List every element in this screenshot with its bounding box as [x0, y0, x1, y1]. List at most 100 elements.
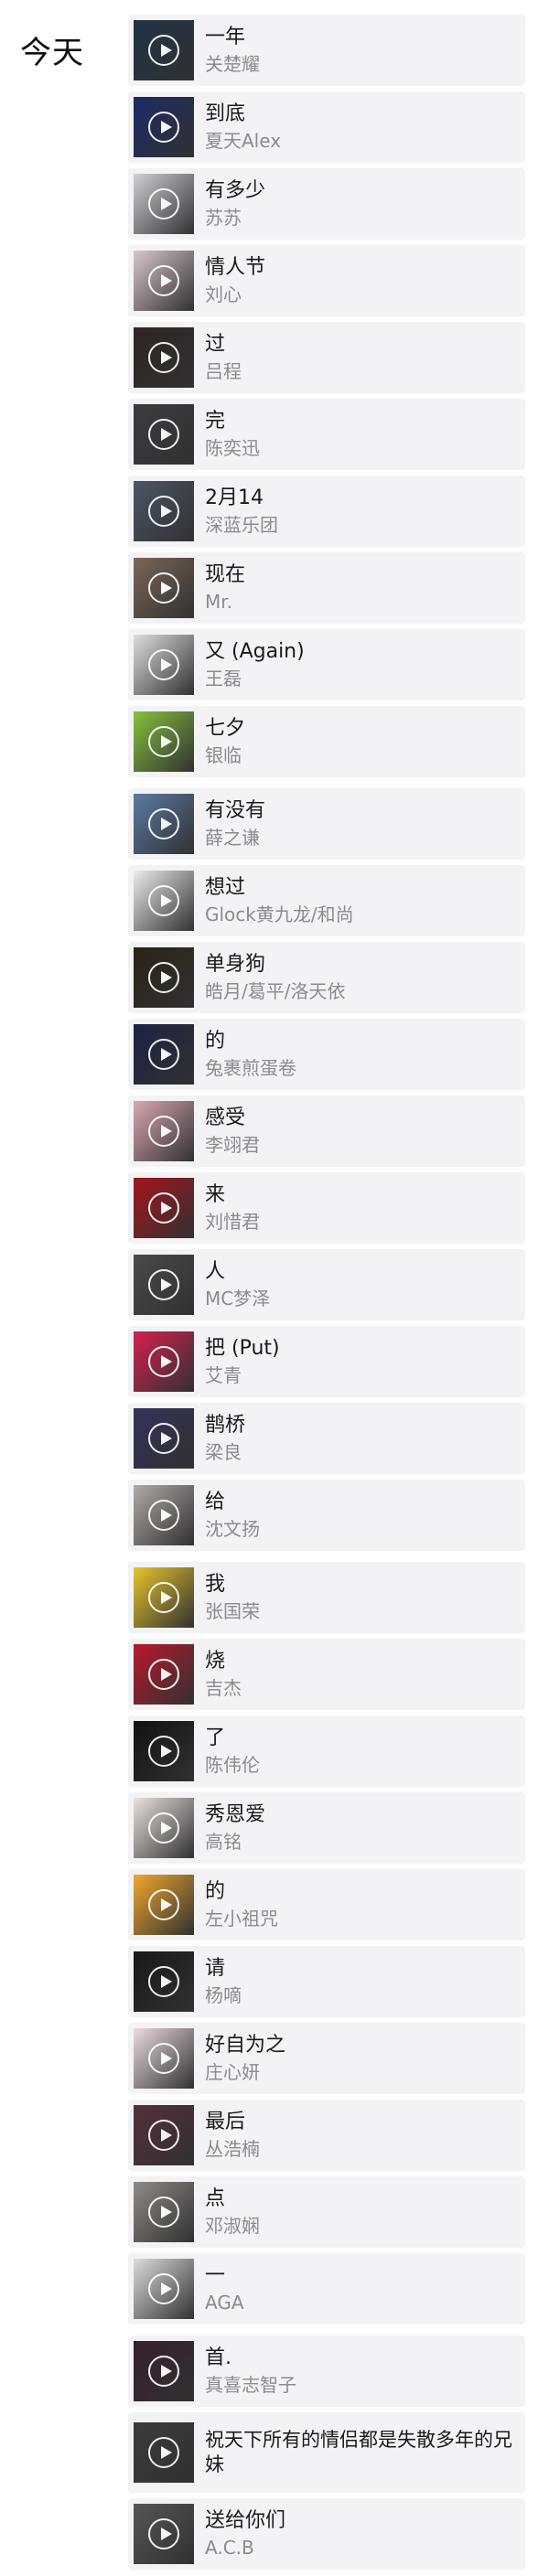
- play-icon[interactable]: [148, 1659, 179, 1690]
- play-icon[interactable]: [148, 962, 179, 993]
- song-item[interactable]: 最后 丛浩楠: [128, 2100, 525, 2171]
- song-item[interactable]: 七夕 银临: [128, 706, 525, 777]
- song-meta: 祝天下所有的情侣都是失散多年的兄妹: [205, 2428, 516, 2477]
- play-icon[interactable]: [148, 1192, 179, 1224]
- song-item[interactable]: 又 (Again) 王磊: [128, 629, 525, 700]
- song-item[interactable]: 首. 真喜志智子: [128, 2336, 525, 2407]
- play-icon[interactable]: [148, 2197, 179, 2228]
- song-title: 秀恩爱: [205, 1803, 266, 1826]
- play-icon[interactable]: [148, 1346, 179, 1377]
- play-icon[interactable]: [148, 342, 179, 373]
- song-title: 了: [205, 1726, 226, 1749]
- play-icon[interactable]: [148, 1582, 179, 1613]
- play-icon[interactable]: [148, 1736, 179, 1767]
- album-cover: [134, 20, 194, 80]
- play-icon[interactable]: [148, 496, 179, 527]
- play-icon[interactable]: [148, 726, 179, 757]
- song-artist: 银临: [205, 744, 242, 766]
- song-item[interactable]: 给沈文扬: [128, 1480, 525, 1551]
- song-item[interactable]: 请杨嘀: [128, 1946, 525, 2017]
- album-cover: [134, 558, 194, 618]
- song-artist: 陈伟伦: [205, 1754, 260, 1776]
- play-icon[interactable]: [148, 2043, 179, 2074]
- song-artist: 邓淑娴: [205, 2215, 260, 2237]
- song-item[interactable]: 完陈奕迅: [128, 399, 525, 470]
- play-icon[interactable]: [148, 112, 179, 143]
- play-icon[interactable]: [148, 2120, 179, 2151]
- play-icon[interactable]: [148, 885, 179, 916]
- play-icon[interactable]: [148, 1500, 179, 1531]
- play-icon[interactable]: [148, 572, 179, 604]
- song-item[interactable]: 情人节 刘心: [128, 245, 525, 316]
- song-item[interactable]: 送给你们 A.C.B: [128, 2498, 525, 2570]
- song-artist: 吕程: [205, 360, 242, 382]
- play-icon[interactable]: [148, 188, 179, 219]
- song-title: 单身狗: [205, 953, 266, 976]
- play-icon[interactable]: [148, 1116, 179, 1147]
- play-icon[interactable]: [148, 2437, 179, 2468]
- play-icon[interactable]: [148, 808, 179, 839]
- song-meta: 过吕程: [205, 331, 242, 384]
- song-meta: 好自为之 庄心妍: [205, 2032, 285, 2085]
- song-meta: 想过 Glock黄九龙/和尚: [205, 874, 354, 927]
- song-item[interactable]: 2月14 深蓝乐团: [128, 476, 525, 547]
- play-icon[interactable]: [148, 2273, 179, 2304]
- play-icon[interactable]: [148, 35, 179, 66]
- song-item[interactable]: 点邓淑娴: [128, 2176, 525, 2248]
- song-meta: 到底 夏天Alex: [205, 101, 281, 154]
- song-item[interactable]: 把 (Put) 艾青: [128, 1326, 525, 1397]
- song-item[interactable]: 的兔裹煎蛋卷: [128, 1019, 525, 1090]
- song-title: 我: [205, 1573, 226, 1596]
- song-title: 好自为之: [205, 2034, 286, 2057]
- play-icon[interactable]: [148, 1423, 179, 1454]
- song-title: 的: [205, 1880, 226, 1903]
- play-icon[interactable]: [148, 1889, 179, 1920]
- song-meta: 有多少 苏苏: [205, 177, 265, 230]
- song-item[interactable]: 想过 Glock黄九龙/和尚: [128, 865, 525, 936]
- play-icon[interactable]: [148, 265, 179, 296]
- song-artist: 夏天Alex: [205, 130, 282, 152]
- song-title: 想过: [205, 876, 246, 899]
- play-icon[interactable]: [148, 2356, 179, 2387]
- song-item[interactable]: 我张国荣: [128, 1562, 525, 1633]
- song-item[interactable]: 的左小祖咒: [128, 1869, 525, 1940]
- play-icon[interactable]: [148, 1039, 179, 1070]
- song-meta: 最后 丛浩楠: [205, 2109, 260, 2162]
- play-icon[interactable]: [148, 2518, 179, 2549]
- song-item[interactable]: 有没有 薛之谦: [128, 788, 525, 860]
- song-item[interactable]: 鹊桥 梁良: [128, 1403, 525, 1474]
- album-cover: [134, 2504, 194, 2564]
- song-item[interactable]: 好自为之 庄心妍: [128, 2023, 525, 2094]
- play-icon[interactable]: [148, 419, 179, 450]
- play-icon[interactable]: [148, 1812, 179, 1844]
- album-cover: [134, 1408, 194, 1469]
- play-icon[interactable]: [148, 649, 179, 680]
- song-item[interactable]: 人 MC梦泽: [128, 1249, 525, 1320]
- album-cover: [134, 1951, 194, 2012]
- play-icon[interactable]: [148, 1966, 179, 1997]
- song-meta: 2月14 深蓝乐团: [205, 485, 278, 538]
- song-item[interactable]: 一年 关楚耀: [128, 15, 525, 86]
- song-item[interactable]: 秀恩爱 高铭: [128, 1792, 525, 1864]
- song-item[interactable]: 单身狗 皓月/葛平/洛天依: [128, 942, 525, 1013]
- song-meta: 秀恩爱 高铭: [205, 1801, 265, 1855]
- song-item[interactable]: 有多少 苏苏: [128, 168, 525, 240]
- song-item[interactable]: 来刘惜君: [128, 1172, 525, 1244]
- song-meta: 现在 Mr.: [205, 561, 245, 615]
- album-cover: [134, 1567, 194, 1628]
- song-item[interactable]: 一 AGA: [128, 2253, 525, 2325]
- song-item[interactable]: 感受 李翊君: [128, 1096, 525, 1167]
- song-meta: 的左小祖咒: [205, 1878, 278, 1931]
- play-icon[interactable]: [148, 1269, 179, 1300]
- song-meta: 情人节 刘心: [205, 254, 265, 307]
- song-item[interactable]: 祝天下所有的情侣都是失散多年的兄妹: [128, 2412, 525, 2493]
- song-item[interactable]: 烧吉杰: [128, 1639, 525, 1710]
- song-item[interactable]: 过吕程: [128, 322, 525, 393]
- song-title: 来: [205, 1183, 226, 1206]
- song-item[interactable]: 到底 夏天Alex: [128, 91, 525, 163]
- song-item[interactable]: 现在 Mr.: [128, 552, 525, 624]
- album-cover: [134, 1644, 194, 1705]
- song-meta: 给沈文扬: [205, 1489, 260, 1542]
- song-title: 祝天下所有的情侣都是失散多年的兄妹: [205, 2429, 512, 2475]
- song-item[interactable]: 了陈伟伦: [128, 1716, 525, 1787]
